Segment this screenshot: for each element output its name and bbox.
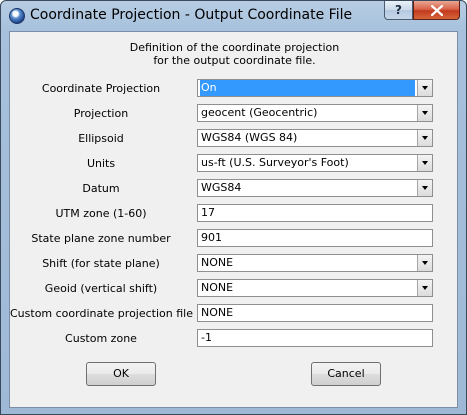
projection-label: Projection <box>73 107 129 120</box>
chevron-down-icon[interactable] <box>417 180 432 196</box>
custom-zone-input[interactable]: -1 <box>197 329 433 347</box>
chevron-down-icon[interactable] <box>417 80 432 96</box>
units-value: us-ft (U.S. Surveyor's Foot) <box>201 156 349 169</box>
row-geoid: Geoid (vertical shift) NONE <box>10 279 459 299</box>
row-custom-projection-file: Custom coordinate projection file NONE <box>10 304 459 324</box>
description-line-2: for the output coordinate file. <box>153 54 316 67</box>
row-state-plane-zone: State plane zone number 901 <box>10 229 459 249</box>
state-plane-zone-label: State plane zone number <box>31 232 171 245</box>
dialog-description: Definition of the coordinate projection … <box>10 41 459 67</box>
chevron-down-icon[interactable] <box>417 155 432 171</box>
chevron-down-icon[interactable] <box>417 105 432 121</box>
row-shift: Shift (for state plane) NONE <box>10 254 459 274</box>
help-button[interactable]: ? <box>384 1 413 20</box>
coordinate-projection-select[interactable]: On <box>197 79 433 97</box>
title-bar[interactable]: Coordinate Projection - Output Coordinat… <box>1 1 466 31</box>
geoid-label: Geoid (vertical shift) <box>44 282 158 295</box>
geoid-value: NONE <box>201 281 234 294</box>
units-label: Units <box>86 157 116 170</box>
geoid-select[interactable]: NONE <box>197 279 433 297</box>
row-utm-zone: UTM zone (1-60) 17 <box>10 204 459 224</box>
projection-select[interactable]: geocent (Geocentric) <box>197 104 433 122</box>
ellipsoid-value: WGS84 (WGS 84) <box>201 131 298 144</box>
shift-label: Shift (for state plane) <box>42 257 160 270</box>
coordinate-projection-value: On <box>200 80 415 96</box>
state-plane-zone-input[interactable]: 901 <box>197 229 433 247</box>
datum-value: WGS84 <box>201 181 242 194</box>
dialog-window: Coordinate Projection - Output Coordinat… <box>0 0 467 415</box>
projection-value: geocent (Geocentric) <box>201 106 318 119</box>
shift-select[interactable]: NONE <box>197 254 433 272</box>
row-custom-zone: Custom zone -1 <box>10 329 459 349</box>
ok-button[interactable]: OK <box>86 362 156 386</box>
datum-select[interactable]: WGS84 <box>197 179 433 197</box>
app-globe-icon <box>9 8 25 24</box>
chevron-down-icon[interactable] <box>417 130 432 146</box>
utm-zone-label: UTM zone (1-60) <box>55 207 147 220</box>
chevron-down-icon[interactable] <box>417 255 432 271</box>
window-title: Coordinate Projection - Output Coordinat… <box>30 7 353 23</box>
row-units: Units us-ft (U.S. Surveyor's Foot) <box>10 154 459 174</box>
custom-projection-file-input[interactable]: NONE <box>197 304 433 322</box>
custom-projection-file-label: Custom coordinate projection file <box>10 307 193 320</box>
shift-value: NONE <box>201 256 234 269</box>
ellipsoid-select[interactable]: WGS84 (WGS 84) <box>197 129 433 147</box>
dialog-body: Definition of the coordinate projection … <box>9 31 458 408</box>
units-select[interactable]: us-ft (U.S. Surveyor's Foot) <box>197 154 433 172</box>
row-ellipsoid: Ellipsoid WGS84 (WGS 84) <box>10 129 459 149</box>
utm-zone-input[interactable]: 17 <box>197 204 433 222</box>
description-line-1: Definition of the coordinate projection <box>129 41 340 54</box>
row-datum: Datum WGS84 <box>10 179 459 199</box>
datum-label: Datum <box>82 182 120 195</box>
chevron-down-icon[interactable] <box>417 280 432 296</box>
coordinate-projection-label: Coordinate Projection <box>41 82 161 95</box>
cancel-button[interactable]: Cancel <box>311 362 381 386</box>
close-button[interactable] <box>413 1 460 20</box>
ellipsoid-label: Ellipsoid <box>78 132 124 145</box>
close-icon <box>431 5 443 16</box>
row-coordinate-projection: Coordinate Projection On <box>10 79 459 99</box>
custom-zone-label: Custom zone <box>65 332 137 345</box>
row-projection: Projection geocent (Geocentric) <box>10 104 459 124</box>
